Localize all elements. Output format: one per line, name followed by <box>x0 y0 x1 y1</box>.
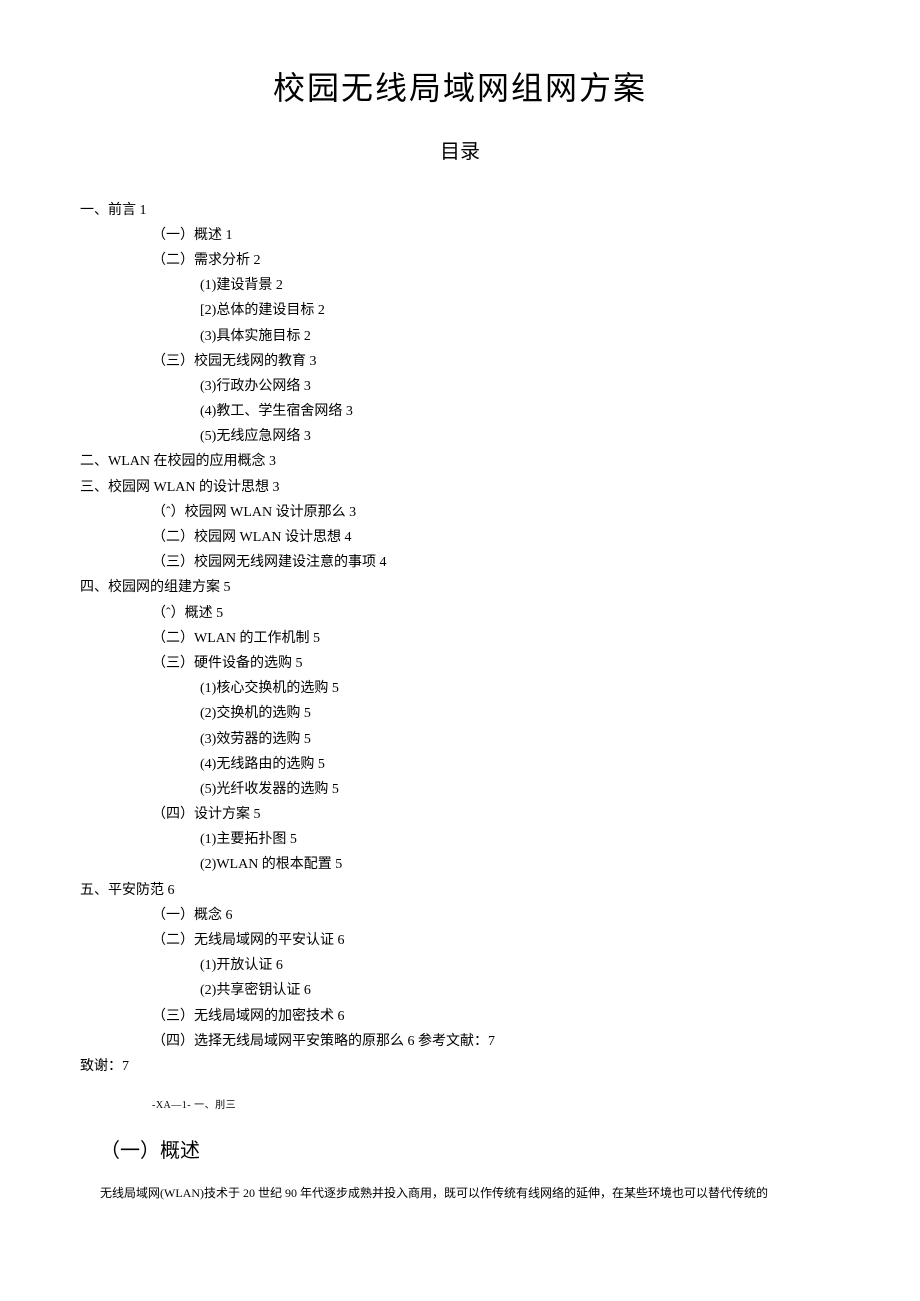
toc-entry: （三）硬件设备的选购 5 <box>152 651 840 676</box>
toc-entry: (2)交换机的选购 5 <box>200 701 840 726</box>
toc-entry: (4)无线路由的选购 5 <box>200 752 840 777</box>
toc-entry: （四）选择无线局域网平安策略的原那么 6 参考文献：7 <box>152 1029 840 1054</box>
toc-entry: （ˆ）校园网 WLAN 设计原那么 3 <box>152 500 840 525</box>
toc-entry: 三、校园网 WLAN 的设计思想 3 <box>80 475 840 500</box>
document-title: 校园无线局域网组网方案 <box>80 60 840 118</box>
toc-entry: (1)建设背景 2 <box>200 273 840 298</box>
toc-heading: 目录 <box>80 134 840 170</box>
toc-entry: (2)共享密钥认证 6 <box>200 978 840 1003</box>
toc-entry: 四、校园网的组建方案 5 <box>80 575 840 600</box>
toc-entry: （四）设计方案 5 <box>152 802 840 827</box>
table-of-contents: 一、前言 1（一）概述 1（二）需求分析 2(1)建设背景 2[2)总体的建设目… <box>80 198 840 1080</box>
toc-entry: （三）校园网无线网建设注意的事项 4 <box>152 550 840 575</box>
toc-entry: (1)开放认证 6 <box>200 953 840 978</box>
section-note: -XA—1- 一、刖三 <box>152 1097 840 1115</box>
toc-entry: （二）WLAN 的工作机制 5 <box>152 626 840 651</box>
body-paragraph: 无线局域网(WLAN)技术于 20 世纪 90 年代逐步成熟并投入商用，既可以作… <box>100 1183 840 1205</box>
toc-entry: 一、前言 1 <box>80 198 840 223</box>
toc-entry: (1)核心交换机的选购 5 <box>200 676 840 701</box>
section-heading-overview: （一）概述 <box>100 1133 840 1169</box>
toc-entry: (3)具体实施目标 2 <box>200 324 840 349</box>
toc-entry: 致谢：7 <box>80 1054 840 1079</box>
toc-entry: （一）概述 1 <box>152 223 840 248</box>
toc-entry: (5)光纤收发器的选购 5 <box>200 777 840 802</box>
toc-entry: (1)主要拓扑图 5 <box>200 827 840 852</box>
toc-entry: （ˆ）概述 5 <box>152 601 840 626</box>
toc-entry: （二）需求分析 2 <box>152 248 840 273</box>
toc-entry: [2)总体的建设目标 2 <box>200 298 840 323</box>
toc-entry: （三）无线局域网的加密技术 6 <box>152 1004 840 1029</box>
toc-entry: （二）无线局域网的平安认证 6 <box>152 928 840 953</box>
toc-entry: (4)教工、学生宿舍网络 3 <box>200 399 840 424</box>
toc-entry: （一）概念 6 <box>152 903 840 928</box>
toc-entry: （三）校园无线网的教育 3 <box>152 349 840 374</box>
toc-entry: (5)无线应急网络 3 <box>200 424 840 449</box>
toc-entry: 二、WLAN 在校园的应用概念 3 <box>80 449 840 474</box>
toc-entry: 五、平安防范 6 <box>80 878 840 903</box>
toc-entry: (3)行政办公网络 3 <box>200 374 840 399</box>
toc-entry: (2)WLAN 的根本配置 5 <box>200 852 840 877</box>
toc-entry: （二）校园网 WLAN 设计思想 4 <box>152 525 840 550</box>
toc-entry: (3)效劳器的选购 5 <box>200 727 840 752</box>
